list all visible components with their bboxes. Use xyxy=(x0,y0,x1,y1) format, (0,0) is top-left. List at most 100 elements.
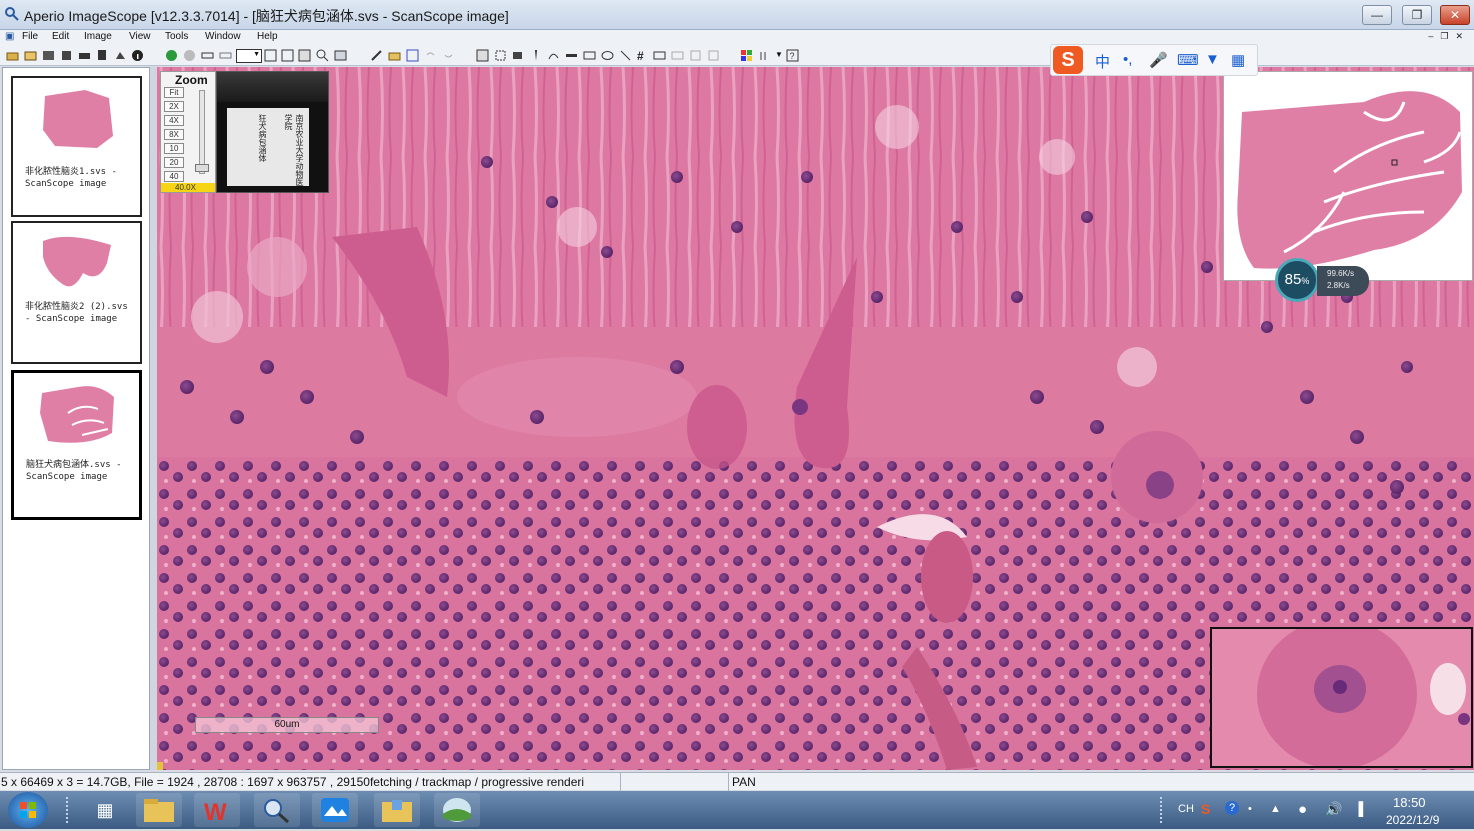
minimize-button[interactable]: — xyxy=(1362,5,1392,25)
export-icon[interactable] xyxy=(60,49,73,62)
arrow-icon[interactable] xyxy=(619,49,632,62)
grid-annot-icon[interactable] xyxy=(406,49,419,62)
panel-splitter[interactable] xyxy=(150,67,157,770)
landscape-app-icon[interactable] xyxy=(434,793,480,827)
image-thumbnail-active[interactable]: 脑狂犬病包涵体.svs - ScanScope image xyxy=(11,370,142,520)
help-tray-icon[interactable]: ? xyxy=(1225,801,1239,815)
menu-window[interactable]: Window xyxy=(205,31,241,42)
mdi-window-controls[interactable]: –❐✕ xyxy=(1428,31,1470,42)
menu-tools[interactable]: Tools xyxy=(165,31,188,42)
imagescope-taskbar-icon[interactable] xyxy=(254,793,300,827)
clock-time[interactable]: 18:50 xyxy=(1393,795,1426,810)
image-thumbnail[interactable]: 非化脓性脑炎1.svs - ScanScope image xyxy=(11,76,142,217)
zoom-10x-button[interactable]: 10 xyxy=(164,143,184,154)
minimize-icon: — xyxy=(1371,8,1383,22)
print-icon[interactable] xyxy=(78,49,91,62)
menu-edit[interactable]: Edit xyxy=(52,31,69,42)
zoom-40x-button[interactable]: 40 xyxy=(164,171,184,182)
pen-icon[interactable] xyxy=(529,49,542,62)
chevron-down-icon[interactable]: ▼ xyxy=(775,50,783,59)
qq-penguin-icon[interactable]: ● xyxy=(1298,801,1307,818)
window-title: Aperio ImageScope [v12.3.3.7014] - [脑狂犬病… xyxy=(24,8,509,24)
toolbox-grid-icon[interactable]: ▦ xyxy=(1231,51,1245,69)
microphone-icon[interactable]: 🎤 xyxy=(1149,51,1168,69)
zoom-window-icon[interactable] xyxy=(298,49,311,62)
menu-image[interactable]: Image xyxy=(84,31,112,42)
fit-icon[interactable] xyxy=(264,49,277,62)
magnify-icon[interactable] xyxy=(316,49,329,62)
slide-overview-panel[interactable] xyxy=(1223,71,1473,281)
compare-icon[interactable] xyxy=(334,49,347,62)
delete-annot-icon[interactable] xyxy=(707,49,720,62)
undo-icon[interactable] xyxy=(424,49,437,62)
folder-annot-icon[interactable] xyxy=(388,49,401,62)
zoom-4x-button[interactable]: 4X xyxy=(164,115,184,126)
skin-shirt-icon[interactable]: ▼ xyxy=(1205,51,1220,68)
zoom-region-icon[interactable] xyxy=(281,49,294,62)
duplicate-icon[interactable] xyxy=(689,49,702,62)
restore-button[interactable]: ❐ xyxy=(1402,5,1432,25)
rectangle-icon[interactable] xyxy=(583,49,596,62)
language-indicator[interactable]: CH xyxy=(1178,803,1194,815)
download-speed: 2.8K/s xyxy=(1327,281,1350,290)
annotation-icon[interactable] xyxy=(370,49,383,62)
zoom-slider-track[interactable] xyxy=(199,90,205,174)
bars-icon[interactable] xyxy=(758,49,771,62)
zoom-slider-handle[interactable] xyxy=(195,164,209,172)
keyboard-icon[interactable]: ⌨ xyxy=(1177,51,1199,69)
folder-taskbar-icon[interactable] xyxy=(374,793,420,827)
menu-help[interactable]: Help xyxy=(257,31,278,42)
zoom-20x-button[interactable]: 20 xyxy=(164,157,184,168)
close-button[interactable]: ✕ xyxy=(1440,5,1470,25)
pan-hand-icon[interactable] xyxy=(476,49,489,62)
scale-bar: 60um xyxy=(195,717,379,733)
layer-icon[interactable] xyxy=(671,49,684,62)
menu-file[interactable]: File xyxy=(22,31,38,42)
go-icon[interactable] xyxy=(165,49,178,62)
select-region-icon[interactable] xyxy=(494,49,507,62)
start-button[interactable] xyxy=(8,792,48,828)
save-icon[interactable] xyxy=(42,49,55,62)
help-icon[interactable]: ? xyxy=(786,49,799,62)
zoom-8x-button[interactable]: 8X xyxy=(164,129,184,140)
volume-icon[interactable]: 🔊 xyxy=(1325,801,1342,818)
wps-office-icon[interactable]: W xyxy=(194,793,240,827)
copy-icon[interactable] xyxy=(96,49,109,62)
sogou-tray-icon[interactable]: S xyxy=(1201,801,1210,817)
punctuation-icon[interactable]: •, xyxy=(1123,51,1132,68)
clock-date[interactable]: 2022/12/9 xyxy=(1386,813,1439,827)
redo-icon[interactable] xyxy=(442,49,455,62)
zoom-select[interactable]: ▼ xyxy=(236,49,262,63)
info-icon[interactable] xyxy=(131,49,144,62)
apps-grid-icon[interactable]: ▦ xyxy=(82,793,128,827)
link-icon[interactable] xyxy=(201,49,214,62)
freehand-icon[interactable] xyxy=(547,49,560,62)
stop-icon[interactable] xyxy=(183,49,196,62)
sync-icon[interactable] xyxy=(219,49,232,62)
grid-icon[interactable]: # xyxy=(636,49,649,62)
image-thumbnail[interactable]: 非化脓性脑炎2 (2).svs - ScanScope image xyxy=(11,221,142,364)
taskbar: ▦ W CH S ? • ▲ ● 🔊 ▐ 18:50 2022/12/9 xyxy=(0,791,1474,829)
ellipse-icon[interactable] xyxy=(601,49,614,62)
mdi-doc-icon[interactable]: ▣ xyxy=(5,31,14,42)
snapshot-icon[interactable] xyxy=(114,49,127,62)
snapshot-region-icon[interactable] xyxy=(511,49,524,62)
open-folder-icon[interactable] xyxy=(6,49,19,62)
zoom-2x-button[interactable]: 2X xyxy=(164,101,184,112)
network-signal-icon[interactable]: ▐ xyxy=(1354,801,1363,816)
photo-viewer-icon[interactable] xyxy=(312,793,358,827)
menu-view[interactable]: View xyxy=(129,31,151,42)
text-annot-icon[interactable] xyxy=(653,49,666,62)
show-hidden-icons[interactable]: ▲ xyxy=(1270,803,1281,815)
file-explorer-icon[interactable] xyxy=(136,793,182,827)
open-image-icon[interactable] xyxy=(24,49,37,62)
color-adjust-icon[interactable] xyxy=(740,49,753,62)
tray-settings-icon[interactable]: • xyxy=(1248,803,1252,815)
zoom-fit-button[interactable]: Fit xyxy=(164,87,184,98)
status-separator xyxy=(620,773,621,791)
sogou-s-icon[interactable]: S xyxy=(1053,46,1083,74)
magnifier-inset[interactable] xyxy=(1210,627,1473,768)
ruler-icon[interactable] xyxy=(565,49,578,62)
ime-chinese-mode[interactable]: 中 xyxy=(1095,51,1110,72)
network-speed-widget[interactable]: 85% 99.6K/s 2.8K/s xyxy=(1275,258,1370,302)
